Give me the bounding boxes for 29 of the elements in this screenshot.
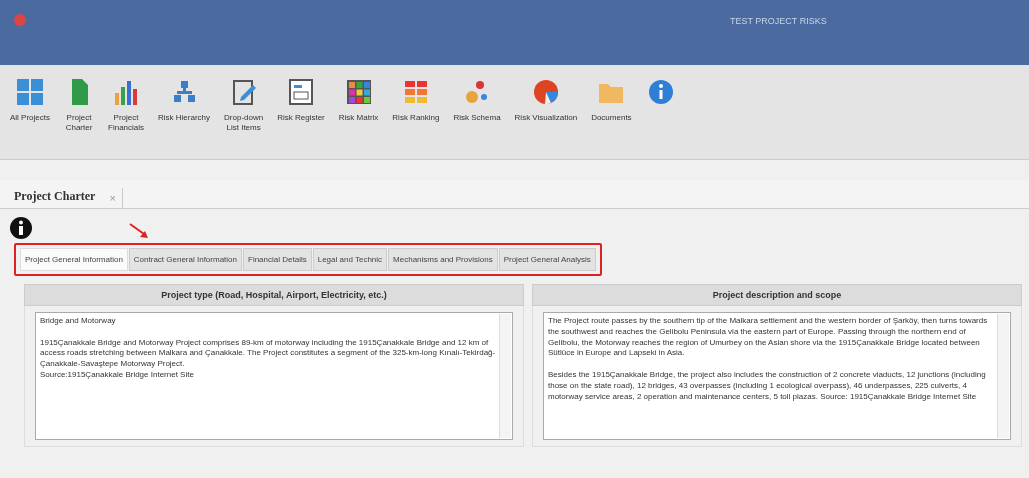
ribbon-button[interactable]: Project Charter xyxy=(60,77,98,133)
ribbon-button[interactable]: Documents xyxy=(587,77,636,123)
ribbon-button[interactable]: Risk Schema xyxy=(449,77,505,123)
info-icon xyxy=(10,217,32,239)
document-tab[interactable]: Project Charter xyxy=(14,185,96,208)
ribbon-button[interactable]: Risk Visualization xyxy=(510,77,582,123)
ribbon-button[interactable]: Drop-down List Items xyxy=(220,77,268,133)
ribbon-button[interactable]: Risk Register xyxy=(273,77,329,123)
tab[interactable]: Contract General Information xyxy=(128,248,242,271)
window-title: TEST PROJECT RISKS xyxy=(730,16,827,26)
tab[interactable]: Legal and Technic xyxy=(312,248,388,271)
tab[interactable]: Financial Details xyxy=(243,248,312,271)
panel-heading: Project type (Road, Hospital, Airport, Electricity, etc.) xyxy=(24,284,524,306)
annotation-arrow xyxy=(128,222,150,240)
ribbon-button[interactable]: Project Financials xyxy=(104,77,149,133)
ribbon-button[interactable]: All Projects xyxy=(6,77,54,123)
scrollbar[interactable] xyxy=(997,314,1009,438)
tab[interactable]: Mechanisms and Provisions xyxy=(388,248,498,271)
ribbon-button[interactable]: Risk Ranking xyxy=(388,77,444,123)
panel-heading: Project description and scope xyxy=(532,284,1022,306)
text-area[interactable]: Bridge and Motorway 1915Çanakkale Bridge and Motorway Project comprises 89-km of motorway including the 1915Çanakkale Bridge and 12 km of access roads stretching between Malkara and Çanakkale. The Project constitutes a segment of the 325-km-long Kınalı-Tekirdağ-Çanakkale-Savaştepe Motorway Project. Source:1915Çanakkale Bridge Internet Site xyxy=(35,312,513,440)
tab[interactable]: Project General Information xyxy=(20,248,128,271)
tab[interactable]: Project General Analysis xyxy=(498,248,596,271)
ribbon-button[interactable]: Risk Matrix xyxy=(334,77,383,123)
scrollbar[interactable] xyxy=(499,314,511,438)
close-button[interactable] xyxy=(14,14,26,26)
grid-icon xyxy=(15,77,45,107)
ribbon-button[interactable]: Risk Hierarchy xyxy=(154,77,215,123)
text-area[interactable]: The Project route passes by the southern tip of the Malkara settlement and the western border of Şarköy, then turns towards the southwest and reaches the Gelibolu Peninsula via the eastern part of Europe. Passing through the northern end of Gelibolu, the Motorway reaches the region of Umurbey on the Asian shore via the 1915Çanakkale Bridge located between Sütlüce in Europe and Lapseki in Asia. Besides the 1915Çanakkale Bridge, the project also includes the construction of 2 concrete viaducts, 12 junctions (including those on the state road), 12 bridges, 43 overpasses (including 1 ecological overpass), 46 underpasses, 225 culverts, 4 motorway service areas, 2 operation and maintenance centers, 5 toll plazas. Source: 1915Çanakkale Bridge Internet Site xyxy=(543,312,1011,440)
